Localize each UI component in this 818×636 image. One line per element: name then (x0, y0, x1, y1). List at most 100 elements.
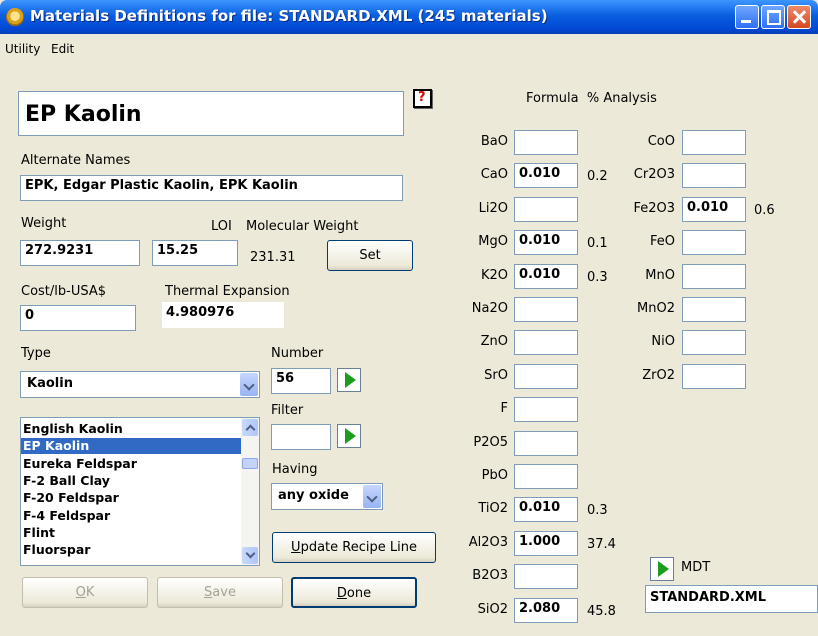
oxide-label: SrO (484, 367, 508, 383)
oxide-percent: 0.6 (754, 202, 775, 218)
menu-edit[interactable]: Edit (51, 42, 74, 56)
alternate-names-field[interactable]: EPK, Edgar Plastic Kaolin, EPK Kaolin (20, 175, 403, 201)
oxide-formula-field[interactable] (682, 230, 746, 256)
list-item[interactable]: Flint (21, 525, 241, 541)
oxide-label: FeO (650, 234, 675, 250)
oxide-label: Fe2O3 (633, 200, 675, 216)
oxide-formula-field[interactable]: 0.010 (514, 230, 578, 256)
close-button[interactable] (787, 5, 811, 29)
oxide-formula-field[interactable] (514, 330, 578, 356)
mdt-go-button[interactable] (650, 557, 674, 581)
oxide-formula-field[interactable] (514, 130, 578, 155)
oxide-formula-field[interactable] (682, 263, 746, 289)
oxide-percent: 0.1 (587, 236, 608, 252)
oxide-formula-field[interactable] (682, 363, 746, 389)
oxide-formula-field[interactable] (682, 163, 746, 189)
oxide-formula-field[interactable] (514, 297, 578, 322)
list-item[interactable]: F-2 Ball Clay (21, 473, 241, 489)
scroll-up-icon[interactable] (242, 419, 258, 436)
loi-label: LOI (211, 219, 232, 234)
mdt-file-field[interactable]: STANDARD.XML (645, 585, 818, 613)
list-item[interactable]: EP Kaolin (21, 438, 241, 455)
help-button[interactable]: ? (413, 89, 432, 108)
number-field[interactable]: 56 (271, 368, 331, 394)
molecular-weight-value: 231.31 (250, 250, 296, 265)
cost-field[interactable]: 0 (20, 305, 136, 331)
list-item[interactable]: F-4 Feldspar (21, 508, 241, 524)
oxide-percent: 0.3 (587, 503, 608, 519)
chevron-down-icon[interactable] (240, 373, 258, 396)
list-item[interactable]: F-20 Feldspar (21, 490, 241, 506)
oxide-formula-field[interactable]: 0.010 (514, 263, 578, 289)
oxide-formula-field[interactable] (514, 564, 578, 590)
oxide-formula-field[interactable]: 2.080 (514, 597, 578, 623)
list-item[interactable]: Fluorspar (21, 542, 241, 558)
scroll-down-icon[interactable] (242, 547, 258, 564)
chevron-down-icon[interactable] (363, 485, 381, 508)
material-name-field[interactable]: EP Kaolin (18, 91, 404, 136)
oxide-label: Cr2O3 (633, 167, 675, 183)
oxide-formula-field[interactable]: 1.000 (514, 530, 578, 556)
oxide-label: MnO (645, 267, 675, 283)
minimize-button[interactable] (735, 5, 759, 29)
oxide-formula-field[interactable] (682, 330, 746, 356)
menu-bar: Utility Edit (0, 34, 818, 64)
oxide-formula-field[interactable] (682, 297, 746, 322)
oxide-label: PbO (481, 468, 508, 483)
oxide-label: P2O5 (473, 434, 508, 450)
thermal-expansion-label: Thermal Expansion (165, 284, 290, 299)
help-icon: ? (418, 90, 426, 105)
loi-field[interactable]: 15.25 (152, 240, 238, 266)
list-item[interactable]: Eureka Feldspar (21, 456, 241, 472)
oxide-label: B2O3 (472, 568, 508, 584)
mdt-label: MDT (681, 560, 711, 575)
filter-field[interactable] (271, 424, 331, 450)
type-value: Kaolin (27, 376, 73, 391)
type-label: Type (21, 346, 51, 361)
oxide-formula-field[interactable]: 0.010 (514, 497, 578, 523)
menu-utility[interactable]: Utility (5, 42, 40, 56)
oxide-label: BaO (480, 134, 508, 149)
oxide-label: MnO2 (637, 301, 675, 316)
oxide-label: Na2O (471, 301, 508, 316)
oxide-label: NiO (651, 334, 675, 350)
thermal-expansion-value: 4.980976 (162, 302, 284, 328)
oxide-percent: 45.8 (587, 603, 616, 619)
weight-field[interactable]: 272.9231 (20, 240, 140, 266)
analysis-header: Formula % Analysis (526, 91, 657, 106)
cost-label: Cost/lb-USA$ (21, 284, 107, 299)
scroll-thumb[interactable] (242, 458, 258, 469)
oxide-formula-field[interactable] (514, 397, 578, 423)
list-item[interactable]: English Kaolin (21, 421, 241, 437)
alternate-names-label: Alternate Names (21, 153, 131, 168)
materials-list[interactable]: English Kaolin EP Kaolin Eureka Feldspar F-… (20, 417, 260, 566)
oxide-formula-field[interactable] (514, 430, 578, 456)
oxide-formula-field[interactable] (514, 363, 578, 389)
number-label: Number (271, 346, 324, 361)
set-button[interactable]: Set (327, 240, 413, 271)
oxide-formula-field[interactable] (514, 196, 578, 222)
oxide-formula-field[interactable] (682, 130, 746, 155)
done-button[interactable]: Done (291, 577, 417, 608)
list-scrollbar[interactable] (241, 418, 259, 565)
having-select[interactable]: any oxide (271, 483, 383, 510)
oxide-label: TiO2 (478, 501, 508, 517)
title-bar[interactable]: Materials Definitions for file: STANDARD… (0, 0, 818, 34)
number-go-button[interactable] (337, 368, 361, 392)
ok-button[interactable]: OK (22, 577, 148, 608)
update-recipe-line-button[interactable]: Update Recipe Line (272, 532, 436, 563)
oxide-formula-field[interactable] (514, 464, 578, 489)
materials-window: Materials Definitions for file: STANDARD… (0, 0, 818, 636)
oxide-percent: 0.2 (587, 169, 608, 185)
oxide-label: CoO (647, 134, 675, 149)
filter-label: Filter (271, 403, 304, 418)
oxide-formula-field[interactable]: 0.010 (682, 196, 746, 222)
oxide-percent: 37.4 (587, 536, 616, 552)
save-button[interactable]: Save (157, 577, 283, 608)
maximize-button[interactable] (761, 5, 785, 29)
filter-go-button[interactable] (337, 424, 361, 448)
oxide-formula-field[interactable]: 0.010 (514, 163, 578, 189)
having-value: any oxide (278, 488, 349, 503)
type-select[interactable]: Kaolin (20, 371, 260, 398)
having-label: Having (272, 462, 318, 477)
